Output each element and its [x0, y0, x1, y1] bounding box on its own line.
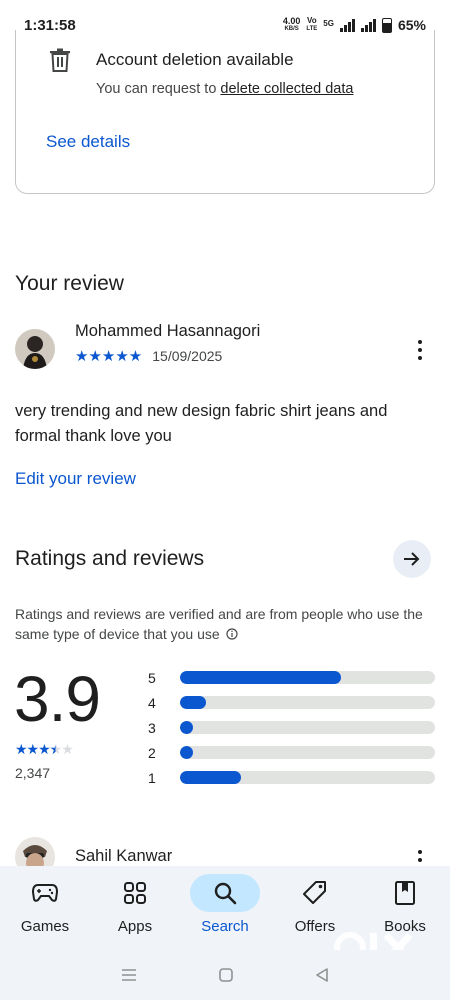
home-icon[interactable]: [218, 967, 234, 983]
account-deletion-title: Account deletion available: [96, 50, 294, 69]
nav-apps-label: Apps: [117, 918, 153, 935]
rating-count: 2,347: [15, 765, 51, 781]
rating-bar-fill: [180, 696, 206, 709]
average-stars: ★★★★★: [15, 741, 74, 757]
rating-bar-row: 4: [148, 690, 435, 715]
rating-bar-track: [180, 696, 435, 709]
rating-bar-track: [180, 671, 435, 684]
nav-games-label: Games: [20, 918, 70, 935]
account-deletion-subtitle: You can request to delete collected data: [96, 81, 353, 97]
your-review-heading: Your review: [15, 272, 124, 295]
arrow-right-icon: [404, 552, 420, 566]
nav-offers-label: Offers: [294, 918, 336, 935]
ratings-arrow-button[interactable]: [393, 540, 431, 578]
review-stars: ★★★★★: [75, 348, 143, 365]
search-icon: [190, 874, 260, 912]
book-icon: [370, 874, 440, 912]
rating-bar-label: 4: [148, 694, 156, 711]
tag-icon: [280, 874, 350, 912]
data-safety-card: Account deletion available You can reque…: [15, 30, 435, 194]
rating-bar-row: 1: [148, 765, 435, 790]
nav-apps[interactable]: Apps: [90, 866, 180, 950]
edit-review-link[interactable]: Edit your review: [15, 469, 136, 489]
rating-bar-label: 1: [148, 769, 156, 786]
back-icon[interactable]: [314, 967, 330, 983]
rating-bar-row: 3: [148, 715, 435, 740]
trash-icon: [50, 48, 70, 72]
network-speed-value: 4.00: [282, 16, 301, 26]
ratings-heading: Ratings and reviews: [15, 547, 205, 570]
ratings-note-text: Ratings and reviews are verified and are…: [15, 606, 423, 642]
review-date: 15/09/2025: [152, 348, 223, 364]
gamepad-icon: [10, 874, 80, 912]
next-reviewer-name: Sahil Kanwar: [75, 847, 173, 865]
nav-search[interactable]: Search: [180, 866, 270, 950]
subtitle-text: You can request to: [96, 81, 221, 97]
nav-search-label: Search: [201, 918, 249, 935]
rating-bar-row: 2: [148, 740, 435, 765]
rating-bar-fill: [180, 771, 242, 784]
rating-bar-fill: [180, 671, 341, 684]
average-rating: 3.9: [14, 663, 101, 735]
info-icon[interactable]: [225, 628, 238, 640]
review-more-options-icon[interactable]: [410, 337, 430, 363]
network-type: 5G: [323, 19, 334, 28]
rating-distribution: 5 4 3 2 1: [148, 665, 435, 790]
rating-bar-track: [180, 746, 435, 759]
reviewer-name: Mohammed Hasannagori: [75, 322, 261, 340]
rating-bar-fill: [180, 746, 193, 759]
rating-bar-fill: [180, 721, 193, 734]
rating-bar-label: 5: [148, 669, 156, 686]
apps-grid-icon: [100, 874, 170, 912]
rating-bar-track: [180, 721, 435, 734]
review-text: very trending and new design fabric shir…: [15, 402, 388, 445]
rating-bar-row: 5: [148, 665, 435, 690]
review-meta: ★★★★★ 15/09/2025: [75, 347, 222, 365]
delete-data-link[interactable]: delete collected data: [220, 81, 353, 97]
nav-games[interactable]: Games: [0, 866, 90, 950]
rating-bar-label: 2: [148, 744, 156, 761]
see-details-link[interactable]: See details: [46, 132, 130, 152]
avatar: [15, 329, 55, 369]
recents-menu-icon[interactable]: [120, 967, 138, 983]
rating-bar-track: [180, 771, 435, 784]
system-navigation-bar: [0, 950, 450, 1000]
rating-bar-label: 3: [148, 719, 156, 736]
ratings-note: Ratings and reviews are verified and are…: [15, 604, 435, 644]
volte-top: Vo: [307, 16, 317, 25]
